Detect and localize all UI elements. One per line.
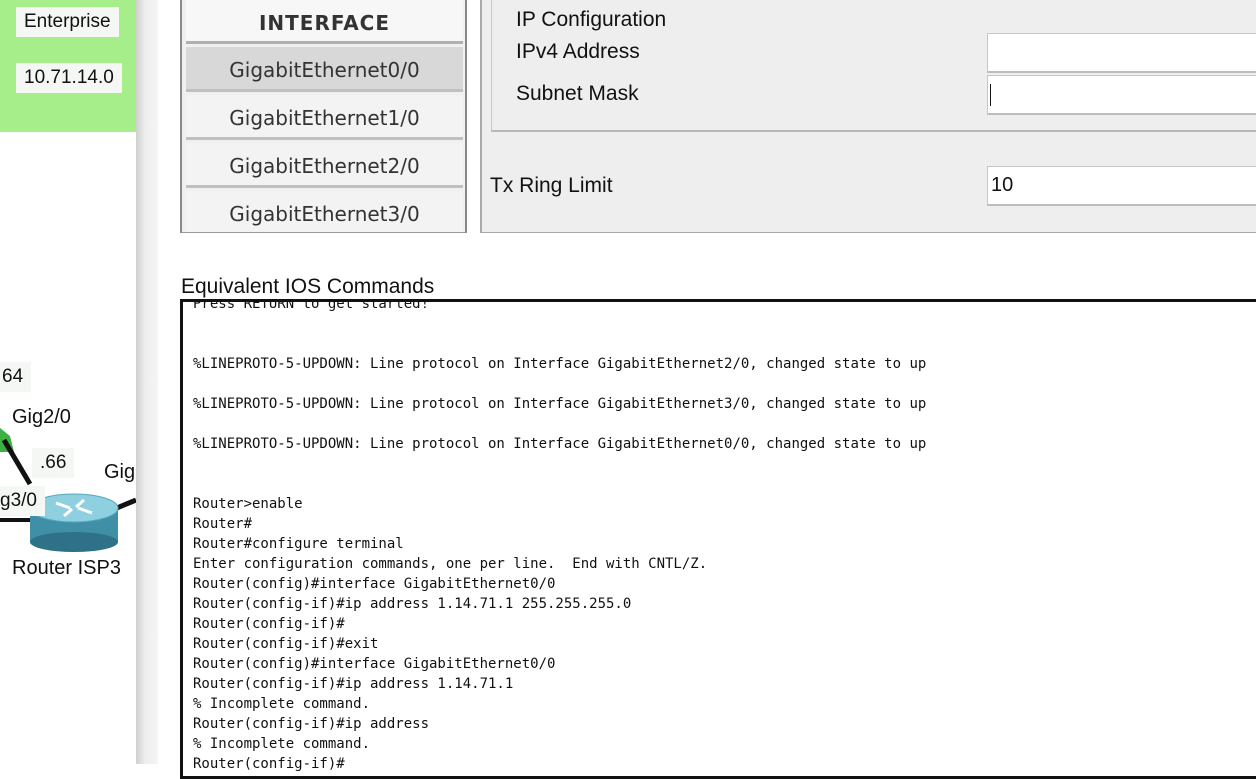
console-line: %LINEPROTO-5-UPDOWN: Line protocol on In…	[193, 356, 927, 372]
console-line: Router(config-if)#ip address	[193, 716, 430, 732]
console-line: Press RETURN to get started!	[193, 299, 430, 312]
router-name-label: Router ISP3	[12, 557, 121, 579]
interface-label-gig: Gig	[104, 461, 136, 483]
text-cursor	[990, 84, 991, 106]
subnet-mask-label: Subnet Mask	[516, 82, 639, 105]
console-line: Router(config-if)#	[193, 756, 345, 772]
console-line: Router(config-if)#exit	[193, 636, 379, 652]
console-line: Router(config)#interface GigabitEthernet…	[193, 656, 556, 672]
topology-canvas[interactable]: Enterprise 10.71.14.0 64 Gig2/0 .66 Gig …	[0, 0, 136, 764]
ios-command-console[interactable]: Press RETURN to get started! %LINEPROTO-5…	[180, 299, 1256, 779]
console-line: Router(config-if)#	[193, 616, 345, 632]
ios-commands-title: Equivalent IOS Commands	[181, 275, 435, 298]
link-line	[1, 438, 33, 486]
console-line: Router(config-if)#ip address 1.14.71.1	[193, 676, 514, 692]
console-line: Router#	[193, 516, 253, 532]
topology-divider	[136, 0, 158, 764]
console-line: %LINEPROTO-5-UPDOWN: Line protocol on In…	[193, 436, 927, 452]
interface-item-gig2-0[interactable]: GigabitEthernet2/0	[186, 143, 463, 188]
interface-item-gig1-0[interactable]: GigabitEthernet1/0	[186, 95, 463, 140]
ipv4-address-input[interactable]	[987, 33, 1256, 73]
console-line: % Incomplete command.	[193, 736, 371, 752]
address-label-64: 64	[0, 362, 32, 392]
console-line: % Incomplete command.	[193, 696, 371, 712]
tx-ring-limit-input[interactable]	[987, 166, 1256, 206]
console-line: Router#configure terminal	[193, 536, 404, 552]
address-label-66: .66	[32, 448, 75, 478]
console-output: Press RETURN to get started! %LINEPROTO-5…	[193, 299, 927, 774]
interface-list-header: INTERFACE	[186, 0, 463, 44]
console-line: %LINEPROTO-5-UPDOWN: Line protocol on In…	[193, 396, 927, 412]
console-line: Router>enable	[193, 496, 303, 512]
interface-item-gig0-0[interactable]: GigabitEthernet0/0	[186, 47, 463, 92]
console-line: Router(config-if)#ip address 1.14.71.1 2…	[193, 596, 632, 612]
tx-ring-limit-label: Tx Ring Limit	[490, 174, 613, 197]
interface-label-g30: g3/0	[0, 486, 45, 516]
subnet-mask-input[interactable]	[987, 75, 1256, 115]
interface-label-gig20: Gig2/0	[12, 406, 71, 428]
interface-item-gig3-0[interactable]: GigabitEthernet3/0	[186, 191, 463, 232]
console-line: Router(config)#interface GigabitEthernet…	[193, 576, 556, 592]
console-line: Enter configuration commands, one per li…	[193, 556, 708, 572]
ip-configuration-title: IP Configuration	[516, 8, 667, 31]
interface-list: INTERFACE GigabitEthernet0/0 GigabitEthe…	[180, 0, 467, 233]
ipv4-address-label: IPv4 Address	[516, 40, 640, 63]
